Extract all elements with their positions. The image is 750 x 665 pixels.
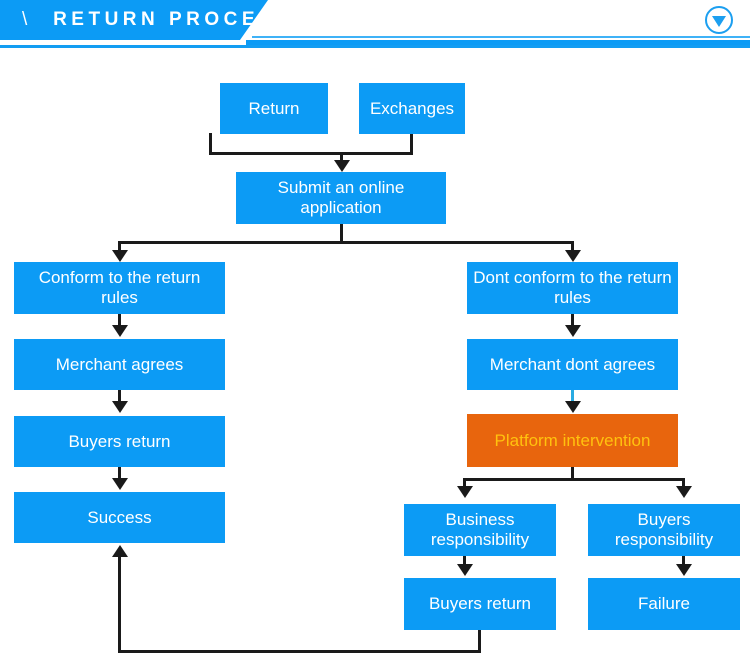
page-header: \ RETURN PROCESS [0, 0, 750, 52]
connector-merge-horizontal [209, 152, 413, 155]
arrowhead-to-platform-intervention [565, 401, 581, 413]
connector-loop-up [118, 556, 121, 651]
node-submit-online-application[interactable]: Submit an online application [236, 172, 446, 224]
header-thin-rule [252, 36, 750, 38]
connector-split-horizontal [118, 241, 573, 244]
title-text: RETURN PROCESS [53, 9, 294, 30]
page-title: \ RETURN PROCESS [22, 0, 293, 40]
node-buyers-responsibility[interactable]: Buyers responsibility [588, 504, 740, 556]
arrowhead-to-buyers-return-left [112, 401, 128, 413]
header-base-rule [0, 45, 750, 48]
connector-loop-horizontal [118, 650, 481, 653]
arrowhead-to-merchant-dont-agrees [565, 325, 581, 337]
node-buyers-return-right[interactable]: Buyers return [404, 578, 556, 630]
arrowhead-to-submit [334, 160, 350, 172]
node-return[interactable]: Return [220, 83, 328, 134]
arrowhead-to-dont-conform [565, 250, 581, 262]
node-success[interactable]: Success [14, 492, 225, 543]
node-merchant-dont-agrees[interactable]: Merchant dont agrees [467, 339, 678, 390]
return-process-diagram: \ RETURN PROCESS Return Exchanges Submit… [0, 0, 750, 665]
node-buyers-return-left[interactable]: Buyers return [14, 416, 225, 467]
node-exchanges[interactable]: Exchanges [359, 83, 465, 134]
node-conform-to-return-rules[interactable]: Conform to the return rules [14, 262, 225, 314]
connector-platform-split-horizontal [463, 478, 685, 481]
arrowhead-to-business-responsibility [457, 486, 473, 498]
arrowhead-to-failure [676, 564, 692, 576]
title-slash: \ [22, 9, 30, 30]
node-platform-intervention[interactable]: Platform intervention [467, 414, 678, 467]
circle-triangle-down-icon[interactable] [704, 5, 734, 35]
arrowhead-to-conform [112, 250, 128, 262]
node-failure[interactable]: Failure [588, 578, 740, 630]
arrowhead-to-buyers-responsibility [676, 486, 692, 498]
arrowhead-to-success [112, 478, 128, 490]
node-business-responsibility[interactable]: Business responsibility [404, 504, 556, 556]
arrowhead-loop-to-success [112, 545, 128, 557]
node-merchant-agrees[interactable]: Merchant agrees [14, 339, 225, 390]
node-dont-conform-to-return-rules[interactable]: Dont conform to the return rules [467, 262, 678, 314]
arrowhead-to-buyers-return-right [457, 564, 473, 576]
arrowhead-to-merchant-agrees [112, 325, 128, 337]
